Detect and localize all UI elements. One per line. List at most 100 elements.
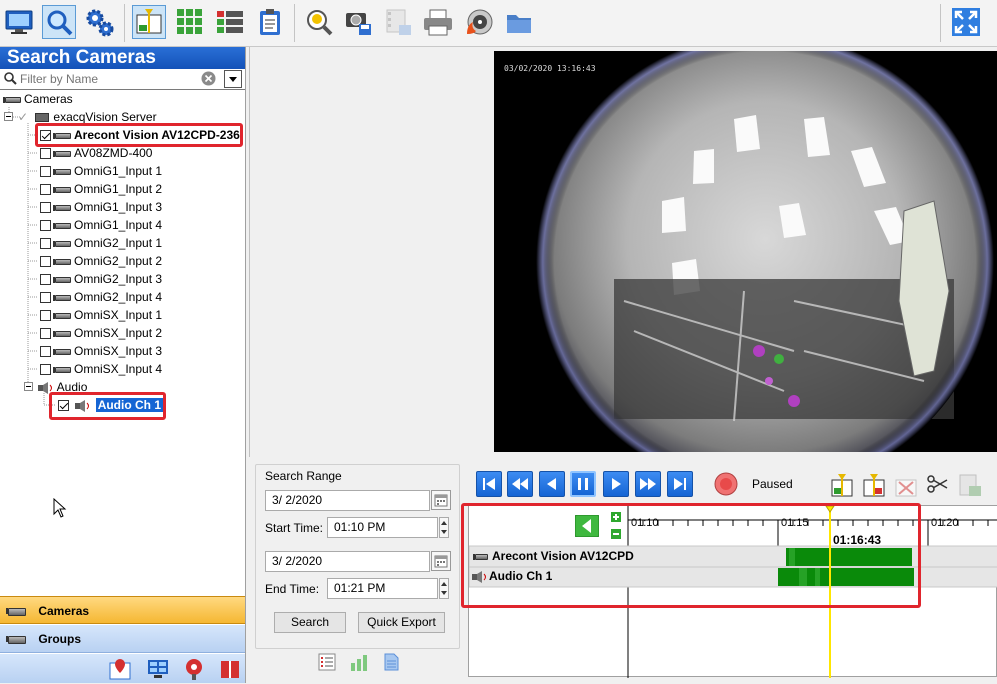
camera-checkbox[interactable] (40, 346, 51, 358)
end-time-field[interactable]: 01:21 PM (327, 578, 438, 599)
quick-export-button[interactable]: Quick Export (358, 612, 445, 633)
zoom-in-icon[interactable] (611, 511, 621, 525)
start-date-field[interactable]: 3/ 2/2020 (265, 490, 430, 511)
map-icon[interactable] (108, 657, 132, 684)
camera-checkbox[interactable] (40, 130, 51, 142)
tree-camera-item[interactable]: OmniG1_Input 2 (40, 181, 162, 198)
collapse-toggle-icon[interactable] (4, 112, 13, 121)
tree-server-node[interactable]: ✓ exacqVision Server (4, 109, 157, 126)
play-button[interactable] (603, 471, 629, 497)
track-camera[interactable]: Arecont Vision AV12CPD (471, 549, 634, 563)
track-audio[interactable]: Audio Ch 1 (471, 569, 552, 583)
fast-forward-button[interactable] (635, 471, 661, 497)
jump-start-button[interactable] (476, 471, 502, 497)
camera-checkbox[interactable] (40, 184, 51, 196)
camera-checkbox[interactable] (40, 328, 51, 340)
event-alarm-icon[interactable] (182, 657, 206, 684)
fisheye-video-frame[interactable]: 03/02/2020 13:16:43 (494, 51, 997, 452)
tree-camera-item[interactable]: AV08ZMD-400 (40, 145, 152, 162)
timeline-back-button[interactable] (574, 514, 600, 540)
camera-checkbox[interactable] (40, 274, 51, 286)
timeline-panel[interactable]: 01:10 01:15 01:20 01:16:43 Arecont Visio… (468, 505, 997, 678)
tick-label-0: 01:10 (631, 517, 659, 529)
camera-icon (53, 312, 71, 319)
snapshot-save-icon[interactable] (341, 5, 375, 39)
scissors-icon[interactable] (925, 472, 949, 499)
list-view-icon[interactable] (213, 5, 247, 39)
end-calendar-icon[interactable] (431, 551, 451, 571)
audio-ch1-checkbox[interactable] (58, 400, 69, 412)
camera-checkbox[interactable] (40, 364, 51, 376)
open-folder-icon[interactable] (502, 5, 536, 39)
start-calendar-icon[interactable] (431, 490, 451, 510)
live-view-icon[interactable] (2, 5, 36, 39)
tick-label-2: 01:20 (931, 517, 959, 529)
camera-checkbox[interactable] (40, 220, 51, 232)
tree-camera-item[interactable]: OmniG2_Input 4 (40, 289, 162, 306)
print-icon[interactable] (421, 5, 455, 39)
fast-rewind-button[interactable] (507, 471, 533, 497)
camera-label: OmniG1_Input 1 (74, 164, 163, 178)
chart-report-icon[interactable] (349, 652, 369, 675)
tree-camera-item[interactable]: OmniSX_Input 2 (40, 325, 162, 342)
camera-checkbox[interactable] (40, 148, 51, 160)
mark-end-icon[interactable] (861, 472, 887, 501)
camera-checkbox[interactable] (40, 256, 51, 268)
start-time-spinner[interactable] (439, 517, 449, 538)
tree-camera-item[interactable]: OmniSX_Input 1 (40, 307, 162, 324)
book-icon[interactable] (218, 657, 242, 684)
nav-groups-label: Groups (38, 632, 82, 646)
pause-button[interactable] (570, 471, 596, 497)
tree-camera-item[interactable]: OmniG2_Input 1 (40, 235, 162, 252)
config-gears-icon[interactable] (82, 5, 116, 39)
smart-search-icon[interactable] (302, 5, 336, 39)
grid-layout-icon[interactable] (173, 5, 207, 39)
fullscreen-icon[interactable] (949, 5, 983, 39)
camera-checkbox[interactable] (40, 166, 51, 178)
camera-checkbox[interactable] (40, 202, 51, 214)
document-icon[interactable] (381, 652, 401, 675)
check-icon: ✓ (18, 110, 29, 124)
camera-icon (53, 276, 71, 283)
tree-camera-item[interactable]: OmniSX_Input 4 (40, 361, 162, 378)
zoom-out-icon[interactable] (611, 528, 621, 542)
end-date-field[interactable]: 3/ 2/2020 (265, 551, 430, 572)
timeline-view-icon[interactable] (132, 5, 166, 39)
search-button[interactable]: Search (274, 612, 346, 633)
tree-camera-item[interactable]: OmniG1_Input 3 (40, 199, 162, 216)
tree-audio-ch1[interactable]: Audio Ch 1 (58, 397, 164, 414)
camera-checkbox[interactable] (40, 238, 51, 250)
jump-end-button[interactable] (667, 471, 693, 497)
filter-dropdown-button[interactable] (224, 70, 242, 88)
camera-label: OmniSX_Input 4 (74, 362, 163, 376)
start-time-field[interactable]: 01:10 PM (327, 517, 438, 538)
filter-input[interactable] (20, 71, 196, 87)
report-list-icon[interactable] (317, 652, 337, 675)
step-back-button[interactable] (539, 471, 565, 497)
camera-label: OmniG2_Input 4 (74, 290, 163, 304)
tree-camera-item[interactable]: OmniG1_Input 4 (40, 217, 162, 234)
tree-root-cameras[interactable]: Cameras (2, 91, 73, 108)
camera-label: OmniG1_Input 3 (74, 200, 163, 214)
camera-label: Arecont Vision AV12CPD-236 (74, 128, 240, 142)
end-time-spinner[interactable] (439, 578, 449, 599)
tree-camera-item[interactable]: OmniG2_Input 3 (40, 271, 162, 288)
burn-disc-icon[interactable] (462, 5, 496, 39)
tree-camera-item[interactable]: OmniG1_Input 1 (40, 163, 162, 180)
search-mode-icon[interactable] (42, 5, 76, 39)
nav-groups[interactable]: Groups (0, 625, 245, 653)
record-icon[interactable] (713, 471, 739, 500)
camera-checkbox[interactable] (40, 310, 51, 322)
camera-checkbox[interactable] (40, 292, 51, 304)
clipboard-icon[interactable] (253, 5, 287, 39)
tree-camera-item[interactable]: OmniG2_Input 2 (40, 253, 162, 270)
mark-start-icon[interactable] (829, 472, 855, 501)
collapse-toggle-icon[interactable] (24, 382, 33, 391)
tree-camera-item[interactable]: OmniSX_Input 3 (40, 343, 162, 360)
tree-audio-node[interactable]: Audio (24, 379, 87, 396)
tree-camera-item[interactable]: Arecont Vision AV12CPD-236 (40, 127, 240, 144)
camera-label: OmniSX_Input 2 (74, 326, 163, 340)
nav-cameras[interactable]: Cameras (0, 596, 245, 624)
monitor-layout-icon[interactable] (146, 657, 170, 684)
clear-filter-icon[interactable] (201, 71, 216, 89)
